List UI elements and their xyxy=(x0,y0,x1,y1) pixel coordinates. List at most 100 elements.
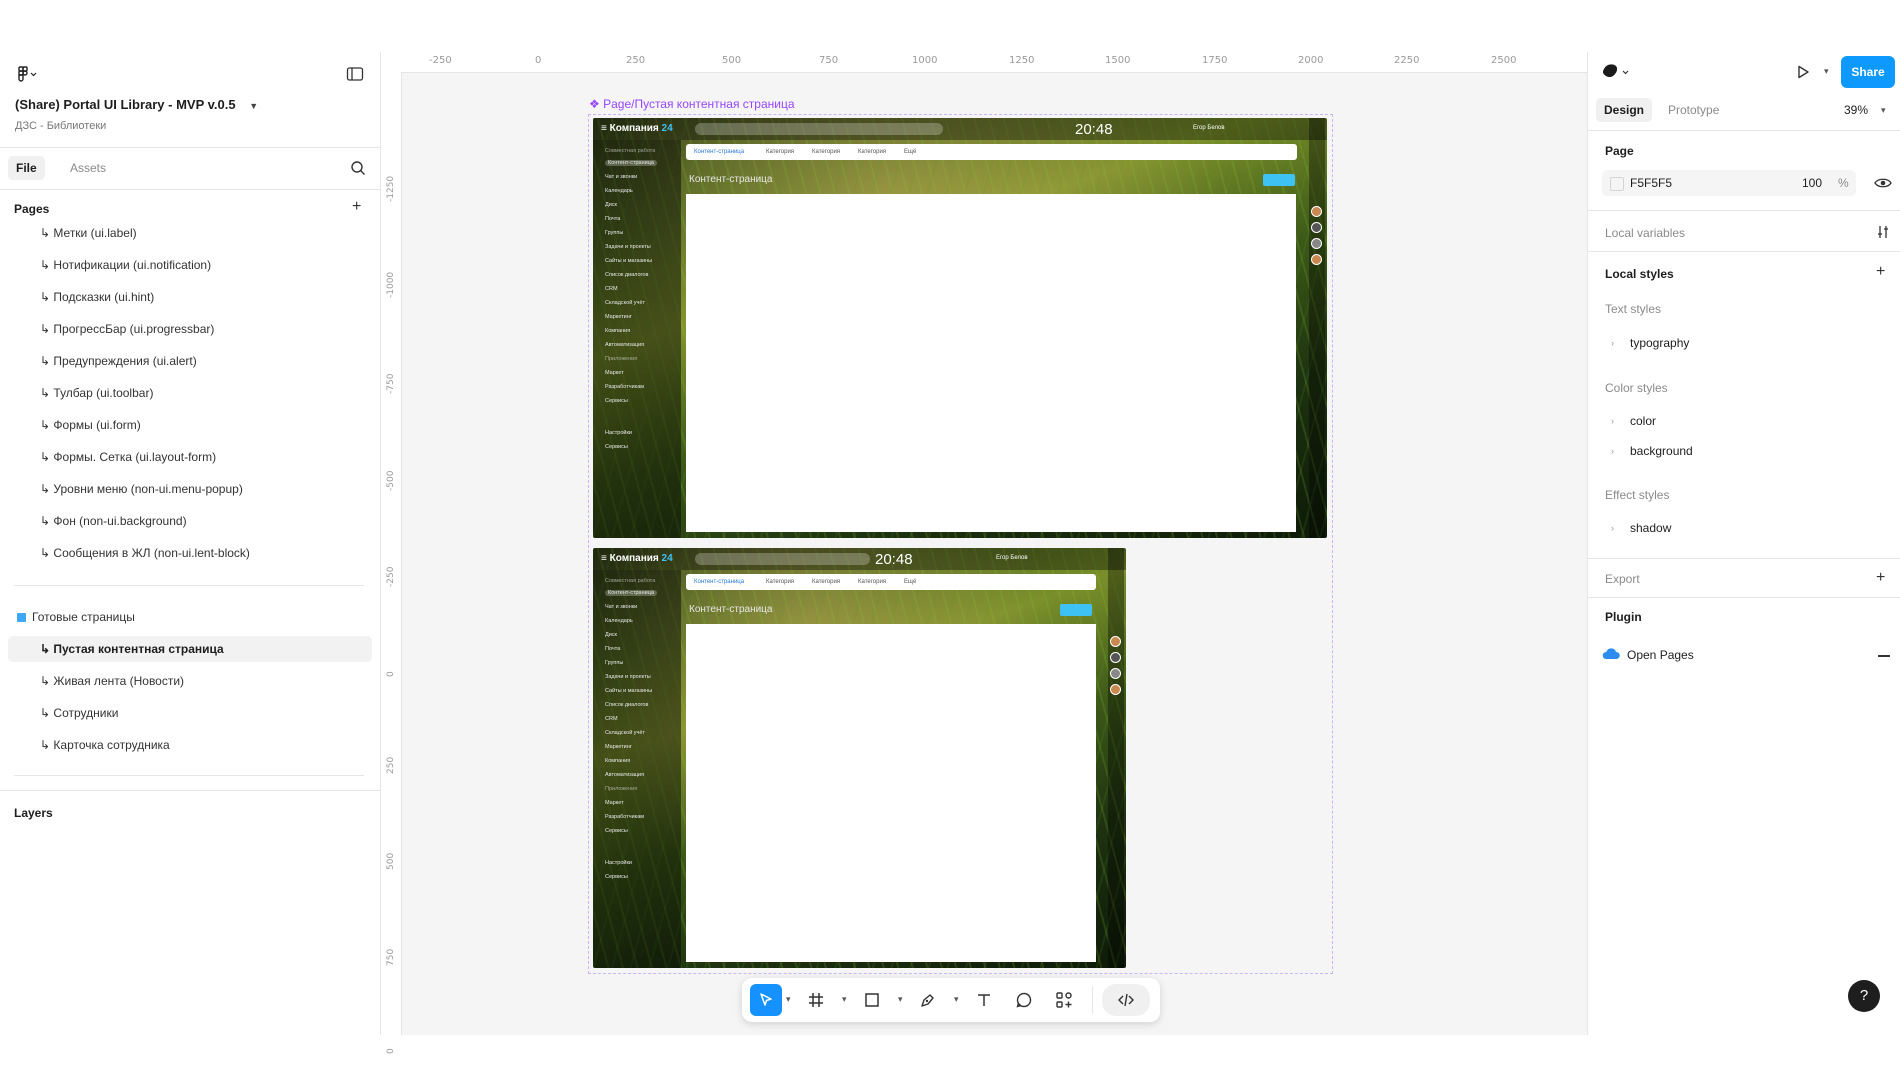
page-item[interactable]: ↳ Сообщения в ЖЛ (non-ui.lent-block) xyxy=(8,540,372,566)
chevron-down-icon[interactable]: ▾ xyxy=(954,994,959,1005)
page-item-selected[interactable]: ↳ Пустая контентная страница xyxy=(8,636,372,662)
zoom-level[interactable]: 39% xyxy=(1844,103,1868,117)
right-panel: ▾ Share Design Prototype 39% ▾ Page F5F5… xyxy=(1587,52,1900,1035)
play-icon[interactable] xyxy=(1795,64,1811,80)
plugin-item[interactable]: Open Pages xyxy=(1627,648,1694,662)
portal-topbar: ≡ Компания 24 20:48 Егор Белов xyxy=(593,548,1126,570)
page-color-field[interactable]: F5F5F5 100 % xyxy=(1602,170,1856,196)
export-label[interactable]: Export xyxy=(1605,572,1640,586)
color-styles-label: Color styles xyxy=(1605,381,1668,395)
ruler-label: 0 xyxy=(386,1048,396,1054)
add-page-icon[interactable]: + xyxy=(352,199,361,215)
page-label: Фон (non-ui.background) xyxy=(53,514,187,528)
tab-file[interactable]: File xyxy=(8,156,45,180)
page-item[interactable]: ↳ Карточка сотрудника xyxy=(8,732,372,758)
chevron-down-icon[interactable]: ▾ xyxy=(786,994,791,1005)
frame-tool-button[interactable] xyxy=(800,984,832,1016)
portal-nav-item: Совместная работа xyxy=(605,148,656,154)
project-name[interactable]: ДЗС - Библиотеки xyxy=(15,120,106,132)
toggle-sidebar-icon[interactable] xyxy=(346,66,364,82)
page-item[interactable]: ↳ Формы. Сетка (ui.layout-form) xyxy=(8,444,372,470)
avatar[interactable] xyxy=(1601,61,1631,83)
rectangle-icon xyxy=(865,993,879,1007)
text-style-item[interactable]: typography xyxy=(1630,336,1689,350)
color-style-item[interactable]: color xyxy=(1630,414,1656,428)
search-icon[interactable] xyxy=(350,160,366,176)
page-item[interactable]: ↳ Сотрудники xyxy=(8,700,372,726)
text-tool-button[interactable] xyxy=(968,984,1000,1016)
frame-desktop-small[interactable]: ≡ Компания 24 20:48 Егор Белов Совместна… xyxy=(593,548,1126,968)
portal-nav-item: Разработчикам xyxy=(605,384,645,390)
portal-sidebar: Совместная работа Контент-страница Чат и… xyxy=(593,140,681,538)
pen-tool-button[interactable] xyxy=(912,984,944,1016)
help-button[interactable]: ? xyxy=(1848,980,1880,1012)
page-item[interactable]: ↳ Метки (ui.label) xyxy=(8,220,372,246)
tab-assets[interactable]: Assets xyxy=(62,156,114,180)
ruler-label: 0 xyxy=(386,671,396,677)
divider xyxy=(0,189,380,190)
ruler-label: 750 xyxy=(819,55,839,66)
chevron-right-icon[interactable]: › xyxy=(1611,523,1614,533)
chevron-down-icon[interactable]: ▾ xyxy=(842,994,847,1005)
portal-nav-item: Сервисы xyxy=(605,828,628,834)
add-export-icon[interactable]: + xyxy=(1876,570,1885,586)
divider xyxy=(1588,251,1900,252)
tab-prototype[interactable]: Prototype xyxy=(1660,98,1727,122)
figma-menu-icon[interactable] xyxy=(16,65,38,83)
eye-icon[interactable] xyxy=(1874,176,1892,190)
page-prefix: ↳ xyxy=(40,226,51,240)
components-tool-button[interactable] xyxy=(1048,984,1080,1016)
portal-clock: 20:48 xyxy=(1075,121,1113,138)
portal-nav-item: Сайты и магазины xyxy=(605,688,653,694)
tab-design[interactable]: Design xyxy=(1596,98,1653,122)
page-item[interactable]: ↳ Фон (non-ui.background) xyxy=(8,508,372,534)
frame-desktop-large[interactable]: ≡ Компания 24 20:48 Егор Белов Совместна… xyxy=(593,118,1327,538)
page-item[interactable]: ↳ Формы (ui.form) xyxy=(8,412,372,438)
share-button[interactable]: Share xyxy=(1841,56,1895,88)
divider xyxy=(1588,210,1900,211)
portal-content-title: Контент-страница xyxy=(689,174,773,185)
portal-nav-item: Диск xyxy=(605,632,617,638)
page-item[interactable]: ↳ Живая лента (Новости) xyxy=(8,668,372,694)
dev-mode-toggle[interactable] xyxy=(1102,984,1150,1016)
portal-tab: Категория xyxy=(766,149,795,155)
page-color-value[interactable]: F5F5F5 xyxy=(1630,176,1672,190)
page-item[interactable]: ↳ Подсказки (ui.hint) xyxy=(8,284,372,310)
remove-icon[interactable] xyxy=(1878,655,1890,657)
chevron-right-icon[interactable]: › xyxy=(1611,446,1614,456)
portal-nav-item: Группы xyxy=(605,230,624,236)
ruler-vertical: -1250 -1000 -750 -500 -250 0 250 500 750… xyxy=(381,72,402,1054)
move-tool-button[interactable] xyxy=(750,984,782,1016)
page-item[interactable]: ↳ Предупреждения (ui.alert) xyxy=(8,348,372,374)
comment-tool-button[interactable] xyxy=(1008,984,1040,1016)
chevron-right-icon[interactable]: › xyxy=(1611,416,1614,426)
page-prefix: ↳ xyxy=(40,738,51,752)
file-title[interactable]: (Share) Portal UI Library - MVP v.0.5 ▼ xyxy=(15,97,258,112)
sliders-icon[interactable] xyxy=(1876,225,1890,239)
portal-nav-item: Список диалогов xyxy=(605,702,649,708)
chevron-down-icon[interactable]: ▾ xyxy=(1881,105,1886,116)
frame-label[interactable]: ❖ Page/Пустая контентная страница xyxy=(589,97,795,111)
portal-content-area xyxy=(686,624,1096,962)
chevron-down-icon[interactable]: ▾ xyxy=(1824,66,1829,77)
divider xyxy=(14,585,364,586)
color-swatch[interactable] xyxy=(1610,177,1624,191)
effect-style-item[interactable]: shadow xyxy=(1630,521,1671,535)
page-opacity-value[interactable]: 100 xyxy=(1802,176,1822,190)
page-item[interactable]: ↳ ПрогрессБар (ui.progressbar) xyxy=(8,316,372,342)
chevron-down-icon[interactable]: ▼ xyxy=(249,101,258,111)
page-item[interactable]: ↳ Нотификации (ui.notification) xyxy=(8,252,372,278)
file-title-text: (Share) Portal UI Library - MVP v.0.5 xyxy=(15,97,236,112)
portal-nav-item: Компания xyxy=(605,328,631,334)
page-item[interactable]: ↳ Тулбар (ui.toolbar) xyxy=(8,380,372,406)
shape-tool-button[interactable] xyxy=(856,984,888,1016)
portal-tab: Категория xyxy=(812,579,841,585)
local-variables-label[interactable]: Local variables xyxy=(1605,226,1685,240)
add-style-icon[interactable]: + xyxy=(1876,264,1885,280)
page-item[interactable]: ↳ Уровни меню (non-ui.menu-popup) xyxy=(8,476,372,502)
chevron-right-icon[interactable]: › xyxy=(1611,338,1614,348)
chevron-down-icon[interactable]: ▾ xyxy=(898,994,903,1005)
portal-nav-item: Почта xyxy=(605,646,621,652)
page-group-ready[interactable]: Готовые страницы xyxy=(8,604,372,630)
color-style-item[interactable]: background xyxy=(1630,444,1693,458)
